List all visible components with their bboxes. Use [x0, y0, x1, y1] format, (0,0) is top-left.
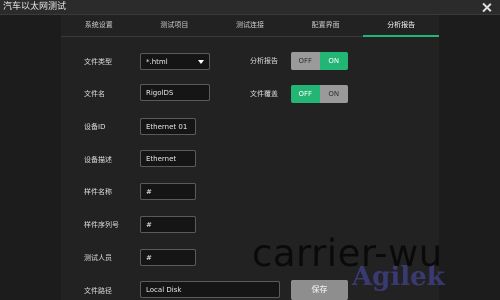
analysis-report-off[interactable]: OFF [291, 52, 320, 70]
close-icon[interactable] [480, 0, 494, 14]
tester-input[interactable]: # [140, 249, 196, 266]
file-name-input[interactable]: RigolDS [140, 84, 210, 101]
sample-serial-label: 样件序列号 [84, 221, 119, 229]
sample-name-label: 样件名称 [84, 188, 112, 196]
file-name-label: 文件名 [84, 90, 105, 98]
device-id-input[interactable]: Ethernet 01 [140, 118, 196, 135]
tab-analysis-report[interactable]: 分析报告 [363, 15, 439, 37]
save-button[interactable]: 保存 [291, 280, 348, 300]
window-title: 汽车以太网测试 [3, 2, 67, 12]
overlay-caption: carrier-wu [252, 232, 443, 275]
tab-bar: 系统设置 测试项目 测试连接 配置界面 分析报告 [61, 15, 439, 37]
title-bar: 汽车以太网测试 [0, 0, 500, 15]
file-overwrite-toggle[interactable]: OFF ON [291, 85, 348, 103]
tab-system-settings[interactable]: 系统设置 [61, 15, 137, 36]
analysis-report-toggle[interactable]: OFF ON [291, 52, 348, 70]
file-overwrite-on[interactable]: ON [319, 85, 348, 103]
analysis-report-label: 分析报告 [250, 57, 278, 65]
analysis-report-on[interactable]: ON [319, 52, 348, 70]
file-path-label: 文件路径 [84, 287, 112, 295]
tab-test-connection[interactable]: 测试连接 [212, 15, 288, 36]
file-overwrite-off[interactable]: OFF [291, 85, 320, 103]
file-type-dropdown[interactable]: *.html [140, 53, 210, 70]
file-overwrite-label: 文件覆盖 [250, 90, 278, 98]
tab-configuration[interactable]: 配置界面 [288, 15, 364, 36]
device-desc-input[interactable]: Ethernet [140, 150, 196, 167]
chevron-down-icon [198, 60, 204, 64]
tab-test-items[interactable]: 测试项目 [137, 15, 213, 36]
device-id-label: 设备ID [84, 123, 106, 131]
file-path-input[interactable]: Local Disk [140, 281, 280, 298]
device-desc-label: 设备描述 [84, 156, 112, 164]
sample-serial-input[interactable]: # [140, 216, 196, 233]
file-type-label: 文件类型 [84, 58, 112, 66]
sample-name-input[interactable]: # [140, 183, 196, 200]
file-type-value: *.html [146, 58, 168, 66]
tester-label: 测试人员 [84, 254, 112, 262]
